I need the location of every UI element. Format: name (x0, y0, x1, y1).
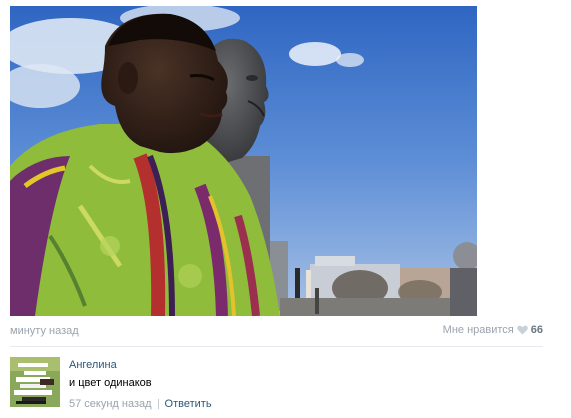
comment-author[interactable]: Ангелина (69, 359, 117, 371)
avatar[interactable] (10, 357, 60, 407)
photo-image (10, 6, 477, 316)
heart-icon (517, 325, 528, 335)
post-meta: минуту назад Мне нравится 66 (10, 322, 543, 340)
like-count: 66 (530, 324, 543, 336)
post-photo[interactable] (10, 6, 477, 316)
post-time[interactable]: минуту назад (10, 325, 79, 337)
divider (10, 346, 543, 347)
comment-meta: 57 секунд назад Ответить (69, 398, 212, 410)
like-label: Мне нравится (442, 324, 514, 336)
comment-time[interactable]: 57 секунд назад (69, 398, 152, 410)
comment-item: Ангелина и цвет одинаков 57 секунд назад… (10, 355, 543, 413)
reply-button[interactable]: Ответить (165, 398, 212, 410)
separator (157, 399, 159, 409)
avatar-image (10, 357, 60, 407)
like-button[interactable]: Мне нравится 66 (443, 324, 543, 336)
comment-text: и цвет одинаков (69, 377, 152, 389)
